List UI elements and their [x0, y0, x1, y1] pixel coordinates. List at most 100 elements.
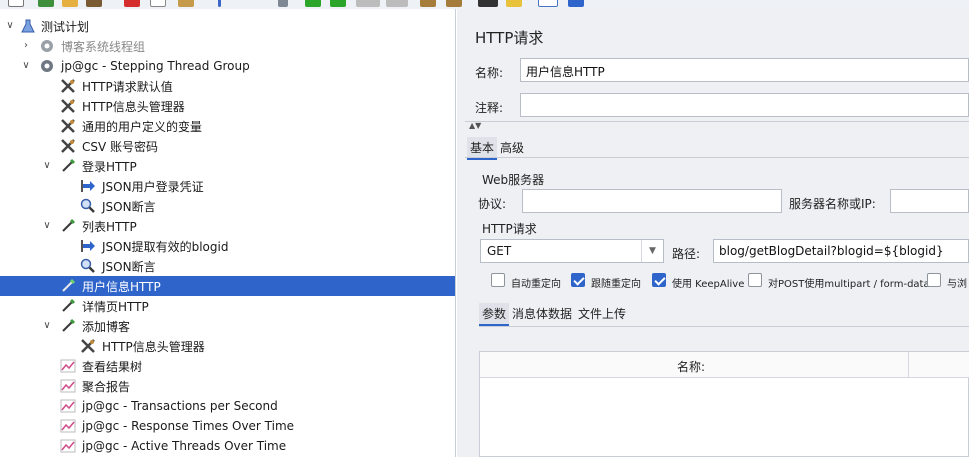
new-icon[interactable]	[8, 0, 24, 7]
tree-item-label: 列表HTTP	[82, 219, 137, 234]
extractor-icon	[80, 238, 96, 254]
tree-item-results-tree[interactable]: 查看结果树	[0, 356, 455, 376]
tree-item-json-extractor[interactable]: JSON提取有效的blogid	[0, 236, 455, 256]
tree-item-thread-group[interactable]: › 博客系统线程组	[0, 36, 455, 56]
chevron-down-icon[interactable]: ∨	[21, 61, 31, 71]
path-field[interactable]: blog/getBlogDetail?blogid=${blogid}	[713, 239, 969, 263]
tree-item-json-assertion[interactable]: JSON断言	[0, 256, 455, 276]
tree-item-detail-http[interactable]: 详情页HTTP	[0, 296, 455, 316]
follow-redirects-checkbox[interactable]	[571, 273, 585, 287]
chevron-down-icon[interactable]: ∨	[42, 321, 52, 331]
expand-icon[interactable]	[218, 0, 221, 7]
tree-item-stepping-thread-group[interactable]: ∨ jp@gc - Stepping Thread Group	[0, 56, 455, 76]
search-icon[interactable]	[478, 0, 498, 7]
shutdown-icon[interactable]	[386, 0, 408, 7]
start-icon[interactable]	[305, 0, 321, 7]
tree-item-label: JSON断言	[102, 199, 156, 214]
tree-item-aggregate-report[interactable]: 聚合报告	[0, 376, 455, 396]
open-icon[interactable]	[62, 0, 78, 7]
tree-item-label: 博客系统线程组	[61, 39, 146, 54]
tree-item-add-blog[interactable]: ∨ 添加博客	[0, 316, 455, 336]
method-select[interactable]: GET ▼	[480, 239, 664, 263]
copy-icon[interactable]	[150, 0, 166, 7]
protocol-field[interactable]	[522, 189, 782, 213]
tree-item-label: 通用的用户定义的变量	[82, 119, 203, 134]
tree-item-label: jp@gc - Active Threads Over Time	[82, 439, 287, 453]
tab-file-upload[interactable]: 文件上传	[575, 303, 629, 326]
toolbar	[0, 0, 969, 9]
web-server-group-label: Web服务器	[482, 173, 545, 187]
tree-item-user-variables[interactable]: 通用的用户定义的变量	[0, 116, 455, 136]
pipette-icon	[60, 218, 76, 234]
tree-item-list-http[interactable]: ∨ 列表HTTP	[0, 216, 455, 236]
sub-tabs: 参数 消息体数据 文件上传	[479, 303, 629, 326]
browser-headers-checkbox[interactable]	[927, 273, 941, 287]
chart-icon	[60, 358, 76, 374]
tree-item-label: 聚合报告	[82, 379, 131, 394]
tree-item-tps[interactable]: jp@gc - Transactions per Second	[0, 396, 455, 416]
tree-item-label: JSON断言	[102, 259, 156, 274]
chevron-down-icon[interactable]: ▼	[641, 240, 663, 262]
divider	[479, 326, 969, 327]
tree-item-active-threads[interactable]: jp@gc - Active Threads Over Time	[0, 436, 455, 456]
magnifier-icon	[80, 258, 96, 274]
chevron-right-icon[interactable]: ›	[21, 41, 31, 51]
tree-item-label: 查看结果树	[82, 359, 143, 374]
method-value: GET	[487, 244, 512, 258]
chevron-down-icon[interactable]: ∨	[42, 221, 52, 231]
auto-redirect-label: 自动重定向	[511, 279, 561, 290]
chart-icon	[60, 418, 76, 434]
keepalive-checkbox[interactable]	[652, 273, 666, 287]
tree-item-header-manager[interactable]: HTTP信息头管理器	[0, 336, 455, 356]
tab-parameters[interactable]: 参数	[479, 303, 510, 326]
cut-icon[interactable]	[124, 0, 140, 7]
templates-icon[interactable]	[38, 0, 54, 7]
clear-all-icon[interactable]	[446, 0, 462, 7]
multipart-checkbox[interactable]	[748, 273, 762, 287]
clear-icon[interactable]	[420, 0, 436, 7]
server-field[interactable]	[890, 189, 969, 213]
tree-item-label: jp@gc - Transactions per Second	[82, 399, 278, 413]
tab-body-data[interactable]: 消息体数据	[509, 303, 575, 326]
tree-item-label: HTTP信息头管理器	[102, 339, 205, 354]
server-label: 服务器名称或IP:	[789, 197, 876, 211]
tree-item-json-assertion[interactable]: JSON断言	[0, 196, 455, 216]
test-plan-tree[interactable]: ∨ 测试计划 › 博客系统线程组 ∨ jp@gc - Stepping Thre…	[0, 9, 456, 457]
tree-item-label: jp@gc - Stepping Thread Group	[61, 59, 250, 73]
tree-item-header-manager[interactable]: HTTP信息头管理器	[0, 96, 455, 116]
parameters-table[interactable]: 名称:	[479, 351, 969, 457]
panel-title: HTTP请求	[475, 29, 544, 47]
stop-icon[interactable]	[356, 0, 380, 7]
chevron-down-icon[interactable]: ∨	[5, 21, 15, 31]
toggle-icon[interactable]	[278, 0, 288, 7]
splitter-arrows-icon[interactable]: ▲▼	[469, 121, 481, 130]
tree-item-response-times[interactable]: jp@gc - Response Times Over Time	[0, 416, 455, 436]
function-helper-icon[interactable]	[538, 0, 558, 7]
tree-item-label: 添加博客	[82, 319, 131, 334]
http-request-panel: HTTP请求 名称: 用户信息HTTP 注释: ▲▼ 基本 高级 Web服务器 …	[457, 9, 969, 457]
divider	[465, 157, 969, 158]
tree-item-json-extractor[interactable]: JSON用户登录凭证	[0, 176, 455, 196]
tree-item-label: HTTP信息头管理器	[82, 99, 185, 114]
tree-item-label: 用户信息HTTP	[82, 279, 161, 294]
tree-item-login-http[interactable]: ∨ 登录HTTP	[0, 156, 455, 176]
tree-item-user-info-http[interactable]: 用户信息HTTP	[0, 276, 455, 296]
tree-item-test-plan[interactable]: ∨ 测试计划	[0, 16, 455, 36]
auto-redirect-checkbox[interactable]	[491, 273, 505, 287]
name-field[interactable]: 用户信息HTTP	[520, 58, 969, 82]
chevron-down-icon[interactable]: ∨	[42, 161, 52, 171]
wrench-icon	[60, 78, 76, 94]
pipette-icon	[60, 318, 76, 334]
start-no-pause-icon[interactable]	[330, 0, 346, 7]
column-divider[interactable]	[908, 352, 909, 378]
save-icon[interactable]	[86, 0, 102, 7]
tree-item-http-defaults[interactable]: HTTP请求默认值	[0, 76, 455, 96]
http-request-group-label: HTTP请求	[482, 222, 537, 236]
help-icon[interactable]	[568, 0, 584, 7]
tree-item-csv[interactable]: CSV 账号密码	[0, 136, 455, 156]
reset-search-icon[interactable]	[506, 0, 522, 7]
wrench-icon	[60, 118, 76, 134]
comment-field[interactable]	[520, 93, 969, 117]
column-header-name[interactable]: 名称:	[677, 358, 705, 375]
paste-icon[interactable]	[178, 0, 194, 7]
